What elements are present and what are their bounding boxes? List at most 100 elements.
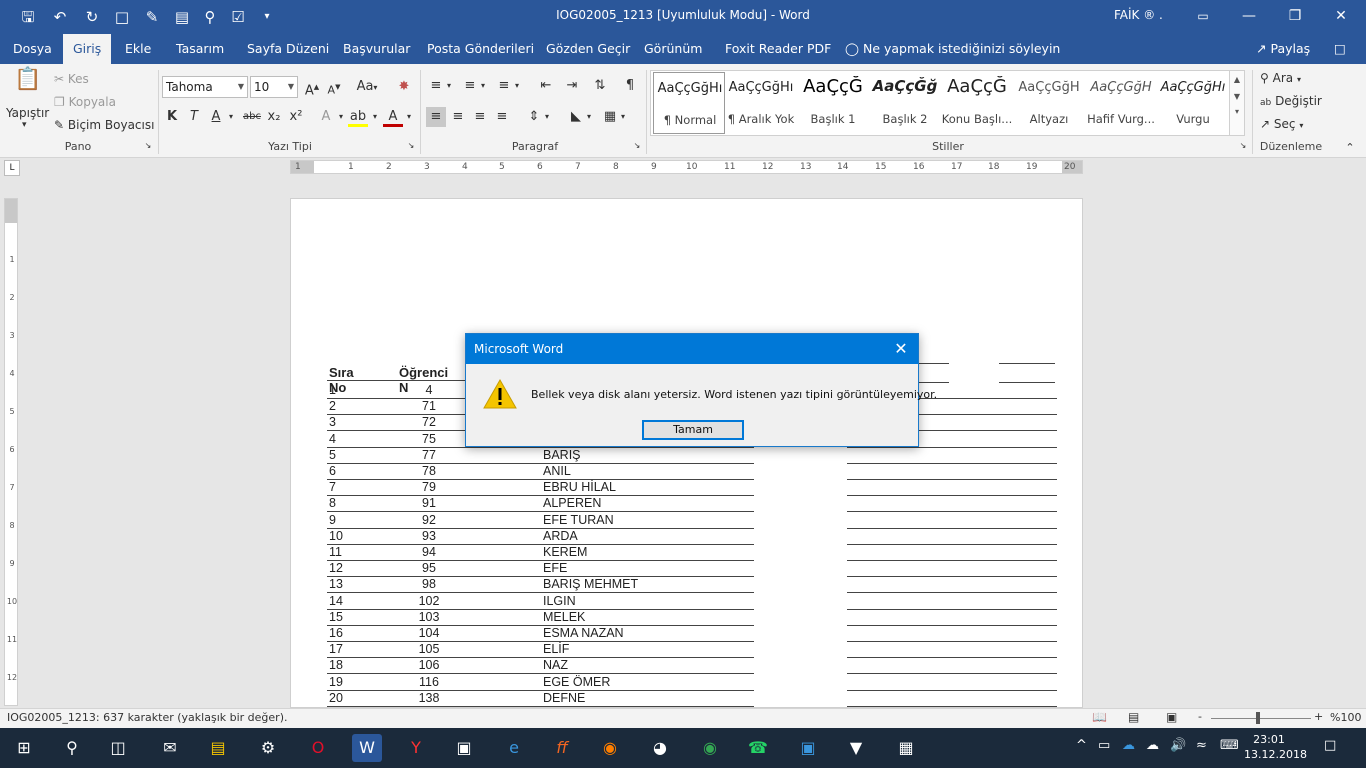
share-button[interactable]: ↗ Paylaş (1256, 34, 1310, 64)
copy-button[interactable]: ❐ Kopyala (54, 95, 116, 109)
style-title[interactable]: AaÇçĞ Konu Başlı... (941, 72, 1013, 134)
tab-file[interactable]: Dosya (3, 34, 62, 64)
numbering-dropdown-icon[interactable]: ▾ (478, 76, 488, 96)
tab-design[interactable]: Tasarım (166, 34, 234, 64)
strikethrough-button[interactable]: abc (240, 107, 264, 127)
ok-button[interactable]: Tamam (642, 420, 744, 440)
minimize-button[interactable]: — (1226, 0, 1272, 34)
mail-icon[interactable]: ✉ (156, 734, 184, 762)
dialog-close-button[interactable]: ✕ (890, 338, 912, 360)
styles-launcher-icon[interactable]: ↘ (1238, 140, 1248, 152)
document-page[interactable]: Sıra No Öğrenci N 1 4 2 71 3 72 4 75 5 77 BARIŞ 6 78… (290, 198, 1083, 708)
restore-button[interactable]: ❐ (1272, 0, 1318, 34)
style-heading-2[interactable]: AaÇçĞğ Başlık 2 (869, 72, 941, 134)
grow-font-icon[interactable]: A▲ (302, 77, 322, 98)
zoom-in-button[interactable]: + (1314, 710, 1323, 723)
bullets-dropdown-icon[interactable]: ▾ (444, 76, 454, 96)
line-spacing-dropdown-icon[interactable]: ▾ (542, 107, 552, 127)
tab-view[interactable]: Görünüm (634, 34, 712, 64)
decrease-indent-icon[interactable]: ⇤ (536, 76, 556, 96)
paste-button[interactable]: Yapıştır (6, 106, 49, 120)
opera-icon[interactable]: O (304, 734, 332, 762)
remote-icon[interactable]: ▣ (794, 734, 822, 762)
keyboard-icon[interactable]: ⌨ (1220, 738, 1239, 753)
italic-button[interactable]: T (184, 107, 204, 127)
tab-review[interactable]: Gözden Geçir (536, 34, 640, 64)
highlight-icon[interactable]: ab (348, 107, 368, 127)
numbering-icon[interactable]: ≡ (460, 76, 480, 96)
shading-dropdown-icon[interactable]: ▾ (584, 107, 594, 127)
align-left-icon[interactable]: ≡ (426, 107, 446, 127)
sort-icon[interactable]: ⇅ (590, 76, 610, 96)
style-normal[interactable]: AaÇçĞğHı ¶ Normal (653, 72, 725, 134)
task-view-icon[interactable]: ◫ (104, 734, 132, 762)
shading-icon[interactable]: ◣ (566, 107, 586, 127)
chrome-icon[interactable]: ◉ (696, 734, 724, 762)
cloud-icon[interactable]: ☁ (1146, 738, 1159, 753)
style-subtle-emphasis[interactable]: AaÇçĞğH Hafif Vurg... (1085, 72, 1157, 134)
font-launcher-icon[interactable]: ↘ (406, 140, 416, 152)
store-icon[interactable]: ▣ (450, 734, 478, 762)
font-name-combo[interactable]: Tahoma ▼ (162, 76, 248, 98)
zoom-out-button[interactable]: - (1198, 710, 1202, 723)
highlight-dropdown-icon[interactable]: ▾ (370, 107, 380, 127)
tab-home[interactable]: Giriş (63, 34, 112, 64)
speed-icon[interactable]: ◕ (646, 734, 674, 762)
pilcrow-icon[interactable]: ¶ (620, 76, 640, 96)
justify-icon[interactable]: ≡ (492, 107, 512, 127)
yandex-icon[interactable]: Y (402, 734, 430, 762)
zoom-slider[interactable] (1211, 718, 1311, 719)
vertical-ruler[interactable]: 1 2 3 4 5 6 7 8 9 10 11 12 (4, 198, 18, 706)
style-subtitle[interactable]: AaÇçĞğH Altyazı (1013, 72, 1085, 134)
clipboard-launcher-icon[interactable]: ↘ (143, 140, 153, 152)
bullets-icon[interactable]: ≡ (426, 76, 446, 96)
tray-chevron-icon[interactable]: ^ (1076, 738, 1087, 753)
fox-icon[interactable]: ▼ (842, 734, 870, 762)
whatsapp-icon[interactable]: ☎ (744, 734, 772, 762)
foxit-icon[interactable]: ff (548, 734, 576, 762)
font-color-icon[interactable]: A (383, 107, 403, 127)
text-effects-icon[interactable]: A (316, 107, 336, 127)
settings-icon[interactable]: ⚙ (254, 734, 282, 762)
battery-icon[interactable]: ▭ (1098, 738, 1110, 753)
action-center-icon[interactable]: □ (1324, 738, 1336, 753)
superscript-button[interactable]: x² (286, 107, 306, 127)
style-heading-1[interactable]: AaÇçĞ Başlık 1 (797, 72, 869, 134)
increase-indent-icon[interactable]: ⇥ (562, 76, 582, 96)
web-layout-icon[interactable]: ▣ (1166, 710, 1177, 724)
onedrive-icon[interactable]: ☁ (1122, 738, 1135, 753)
underline-button[interactable]: A (206, 107, 226, 127)
select-button[interactable]: ↗ Seç ▾ (1260, 117, 1303, 131)
tab-foxit[interactable]: Foxit Reader PDF (715, 34, 841, 64)
tab-layout[interactable]: Sayfa Düzeni (237, 34, 339, 64)
comments-icon[interactable]: □ (1334, 34, 1346, 64)
horizontal-ruler[interactable]: 1 1 2 3 4 5 6 7 8 9 10 11 12 13 14 15 16… (290, 160, 1083, 174)
user-name[interactable]: FAİK ® . (1114, 8, 1163, 22)
close-button[interactable]: ✕ (1318, 0, 1364, 34)
clock[interactable]: 23:01 13.12.2018 (1244, 732, 1307, 762)
tab-insert[interactable]: Ekle (115, 34, 161, 64)
search-icon[interactable]: ⚲ (58, 734, 86, 762)
file-explorer-icon[interactable]: ▤ (204, 734, 232, 762)
multilevel-list-icon[interactable]: ≡ (494, 76, 514, 96)
font-size-combo[interactable]: 10 ▼ (250, 76, 298, 98)
word-icon[interactable]: W (352, 734, 382, 762)
change-case-button[interactable]: Aa▾ (352, 77, 382, 97)
styles-scroll[interactable]: ▲ ▼ ▾ (1229, 70, 1245, 136)
collapse-ribbon-icon[interactable]: ⌃ (1340, 138, 1360, 158)
style-no-spacing[interactable]: AaÇçĞğHı ¶ Aralık Yok (725, 72, 797, 134)
replace-button[interactable]: ab Değiştir (1260, 94, 1322, 108)
multilevel-dropdown-icon[interactable]: ▾ (512, 76, 522, 96)
underline-dropdown-icon[interactable]: ▾ (226, 107, 236, 127)
volume-icon[interactable]: 🔊 (1170, 738, 1186, 753)
style-emphasis[interactable]: AaÇçĞğHı Vurgu (1157, 72, 1229, 134)
tab-selector[interactable]: L (4, 160, 20, 176)
text-effects-dropdown-icon[interactable]: ▾ (336, 107, 346, 127)
calculator-icon[interactable]: ▦ (892, 734, 920, 762)
read-mode-icon[interactable]: 📖 (1092, 710, 1107, 724)
bold-button[interactable]: K (162, 107, 182, 127)
clear-format-icon[interactable]: ✸ (394, 77, 414, 97)
paste-dropdown-icon[interactable]: ▾ (22, 120, 27, 130)
status-text[interactable]: IOG02005_1213: 637 karakter (yaklaşık bi… (7, 711, 288, 724)
paste-icon[interactable]: 📋 (14, 69, 41, 98)
